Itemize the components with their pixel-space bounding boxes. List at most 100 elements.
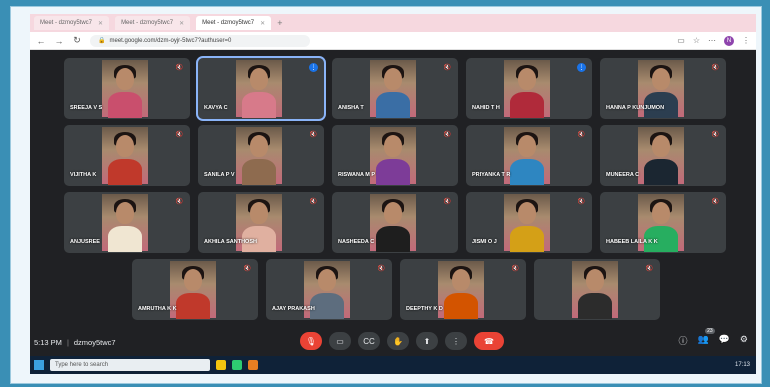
present-icon[interactable]: ⬆ — [416, 332, 438, 350]
file-explorer-icon[interactable] — [216, 360, 226, 370]
participant-tile[interactable]: JISMI O J 🔇 — [466, 192, 592, 253]
mic-muted-icon: 🔇 — [443, 63, 452, 72]
participant-tile[interactable]: HANNA P KUNJUMON 🔇 — [600, 58, 726, 119]
url-text: meet.google.com/dzm-oyjr-5twc7?authuser=… — [109, 37, 232, 44]
app-icon[interactable] — [248, 360, 258, 370]
participant-video — [572, 261, 618, 319]
side-panel-controls: ⓘ 👥 23 💬 ⚙ — [678, 328, 748, 347]
tab-label: Meet - dzmoy5twc7 — [40, 20, 93, 26]
browser-tab[interactable]: Meet - dzmoy5twc7 ✕ — [34, 16, 110, 30]
participant-name: ANISHA T — [338, 105, 364, 111]
close-icon[interactable]: ✕ — [179, 20, 184, 27]
participant-name: HANNA P KUNJUMON — [606, 105, 665, 111]
camera-icon[interactable]: ▭ — [329, 332, 351, 350]
raise-hand-icon[interactable]: ✋ — [387, 332, 409, 350]
participant-tile[interactable]: AMRUTHA K K 🔇 — [132, 259, 258, 320]
windows-taskbar: Type here to search 17:13 — [30, 356, 756, 374]
mic-muted-icon: 🔇 — [175, 130, 184, 139]
mic-muted-icon: 🔇 — [645, 264, 654, 273]
participant-tile[interactable]: NAHID T H ⋮ — [466, 58, 592, 119]
participant-video — [102, 60, 148, 118]
participant-video — [370, 194, 416, 252]
windows-start-icon[interactable] — [34, 360, 44, 370]
participant-video — [236, 127, 282, 185]
meet-grid: SREEJA V S 🔇 KAVYA C ⋮ ANISHA T 🔇 NAHID T H ⋮ HA… — [30, 50, 756, 356]
participant-name: PRIYANKA T R — [472, 172, 511, 178]
captions-icon[interactable]: CC — [358, 332, 380, 350]
participant-tile[interactable]: MUNEERA C 🔇 — [600, 125, 726, 186]
camera-permission-icon[interactable]: ▭ — [677, 36, 685, 45]
address-bar-row: ← → ↻ 🔒 meet.google.com/dzm-oyjr-5twc7?a… — [30, 32, 756, 50]
chrome-icon[interactable] — [232, 360, 242, 370]
meet-bottom-bar: 5:13 PM | dzmoy5twc7 🎙 ▭ CC ✋ ⬆ ⋮ ☎ ⓘ 👥 23 … — [30, 328, 756, 356]
activities-icon[interactable]: ⚙ — [740, 334, 748, 347]
participant-video — [102, 194, 148, 252]
participant-tile[interactable]: ANISHA T 🔇 — [332, 58, 458, 119]
search-placeholder: Type here to search — [55, 362, 109, 368]
participant-name: AMRUTHA K K — [138, 306, 177, 312]
browser-tab[interactable]: Meet - dzmoy5twc7 ✕ — [115, 16, 191, 30]
participant-tile[interactable]: KAVYA C ⋮ — [196, 56, 326, 121]
close-icon[interactable]: ✕ — [260, 20, 265, 27]
participant-name: DEEPTHY K D — [406, 306, 443, 312]
participant-name: HABEEB LAILA K K — [606, 239, 658, 245]
taskbar-search[interactable]: Type here to search — [50, 359, 210, 371]
participant-tile[interactable]: ANJUSREE 🔇 — [64, 192, 190, 253]
participant-name: RISWANA M P — [338, 172, 376, 178]
participant-video — [370, 60, 416, 118]
participant-tile[interactable]: 🔇 — [534, 259, 660, 320]
extensions-icon[interactable]: ⋯ — [708, 36, 716, 45]
menu-icon[interactable]: ⋮ — [742, 36, 750, 45]
mic-muted-icon: 🔇 — [243, 264, 252, 273]
taskbar-clock: 17:13 — [734, 362, 750, 368]
info-icon[interactable]: ⓘ — [678, 334, 687, 347]
mic-muted-icon: 🔇 — [175, 197, 184, 206]
participant-video — [438, 261, 484, 319]
people-count: 23 — [705, 328, 715, 334]
chat-icon[interactable]: 💬 — [719, 334, 730, 347]
mic-muted-icon: 🔇 — [711, 63, 720, 72]
call-controls: 🎙 ▭ CC ✋ ⬆ ⋮ ☎ — [300, 332, 504, 350]
participant-tile[interactable]: NASHEEDA C 🔇 — [332, 192, 458, 253]
lock-icon: 🔒 — [98, 38, 106, 44]
participant-video — [102, 127, 148, 185]
participant-name: NAHID T H — [472, 105, 500, 111]
participant-tile[interactable]: AJAY PRAKASH 🔇 — [266, 259, 392, 320]
participant-name: AKHILA SANTHOSH — [204, 239, 257, 245]
participant-tile[interactable]: SREEJA V S 🔇 — [64, 58, 190, 119]
mic-muted-icon: 🔇 — [309, 130, 318, 139]
new-tab-icon[interactable]: + — [277, 18, 282, 28]
mic-muted-icon: 🔇 — [577, 130, 586, 139]
browser-tab-bar: Meet - dzmoy5twc7 ✕ Meet - dzmoy5twc7 ✕ Me… — [30, 14, 756, 32]
mic-muted-icon: 🔇 — [577, 197, 586, 206]
close-icon[interactable]: ✕ — [98, 20, 103, 27]
profile-avatar[interactable]: N — [724, 35, 734, 46]
tab-label: Meet - dzmoy5twc7 — [121, 20, 174, 26]
meeting-time: 5:13 PM — [34, 337, 62, 347]
participant-tile[interactable]: SANILA P V 🔇 — [198, 125, 324, 186]
mic-off-icon[interactable]: 🎙 — [300, 332, 322, 350]
leave-call-icon[interactable]: ☎ — [474, 332, 504, 350]
people-icon[interactable]: 👥 23 — [697, 328, 715, 347]
participant-video — [370, 127, 416, 185]
participant-tile[interactable]: RISWANA M P 🔇 — [332, 125, 458, 186]
participant-tile[interactable]: DEEPTHY K D 🔇 — [400, 259, 526, 320]
more-options-icon[interactable]: ⋮ — [445, 332, 467, 350]
meeting-info: 5:13 PM | dzmoy5twc7 — [34, 337, 116, 347]
forward-icon[interactable]: → — [54, 36, 64, 46]
speaking-indicator-icon: ⋮ — [577, 63, 586, 72]
participant-name: AJAY PRAKASH — [272, 306, 315, 312]
url-field[interactable]: 🔒 meet.google.com/dzm-oyjr-5twc7?authuse… — [90, 34, 310, 47]
back-icon[interactable]: ← — [36, 36, 46, 46]
participant-tile[interactable]: VIJITHA K 🔇 — [64, 125, 190, 186]
participant-tile[interactable]: PRIYANKA T R 🔇 — [466, 125, 592, 186]
star-icon[interactable]: ☆ — [693, 36, 700, 45]
mic-muted-icon: 🔇 — [711, 197, 720, 206]
browser-tab-active[interactable]: Meet - dzmoy5twc7 ✕ — [196, 16, 272, 30]
reload-icon[interactable]: ↻ — [72, 35, 82, 46]
meeting-code: dzmoy5twc7 — [73, 337, 116, 347]
participant-tile[interactable]: HABEEB LAILA K K 🔇 — [600, 192, 726, 253]
participant-video — [504, 194, 550, 252]
participant-video — [504, 60, 550, 118]
participant-tile[interactable]: AKHILA SANTHOSH 🔇 — [198, 192, 324, 253]
